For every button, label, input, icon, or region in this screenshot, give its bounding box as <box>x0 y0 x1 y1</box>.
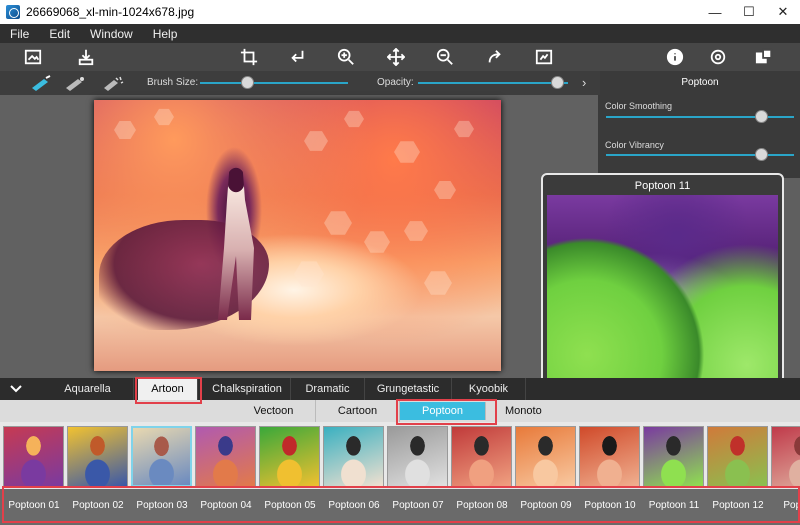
color-smoothing-slider[interactable] <box>606 110 794 123</box>
preset-label[interactable]: Poptoon 01 <box>2 500 66 511</box>
reset-brush-icon[interactable] <box>102 75 124 91</box>
preset-thumbnail[interactable] <box>131 426 192 487</box>
image-canvas[interactable] <box>0 95 598 378</box>
preset-thumbnail[interactable] <box>515 426 576 487</box>
menu-edit[interactable]: Edit <box>39 27 80 41</box>
preset-thumbnail[interactable] <box>259 426 320 487</box>
preset-label[interactable]: Poptoon 06 <box>322 500 386 511</box>
edited-photo <box>94 100 501 371</box>
pan-icon[interactable] <box>385 46 407 68</box>
color-vibrancy-label: Color Vibrancy <box>605 140 664 150</box>
preset-label[interactable]: Poptoon <box>770 500 800 511</box>
redo-icon[interactable] <box>484 46 506 68</box>
app-icon <box>6 5 20 19</box>
minimize-button[interactable]: — <box>698 0 732 24</box>
opacity-knob[interactable] <box>551 76 564 89</box>
preset-label[interactable]: Poptoon 03 <box>130 500 194 511</box>
preset-label[interactable]: Poptoon 05 <box>258 500 322 511</box>
preset-label[interactable]: Poptoon 04 <box>194 500 258 511</box>
window-title: 26669068_xl-min-1024x678.jpg <box>26 5 195 19</box>
tab-grungetastic[interactable]: Grungetastic <box>365 378 452 400</box>
tab-poptoon[interactable]: Poptoon <box>400 402 486 420</box>
settings-panel: Color Smoothing Color Vibrancy <box>598 95 800 178</box>
tab-monoto[interactable]: Monoto <box>498 400 542 422</box>
preset-thumbnail[interactable] <box>387 426 448 487</box>
random-dice-icon[interactable] <box>753 46 775 68</box>
preset-thumbnail[interactable] <box>67 426 128 487</box>
color-vibrancy-slider[interactable] <box>606 148 794 161</box>
opacity-label: Opacity: <box>377 77 414 88</box>
tab-chalkspiration[interactable]: Chalkspiration <box>204 378 291 400</box>
tab-artoon[interactable]: Artoon <box>138 378 198 400</box>
preset-label[interactable]: Poptoon 07 <box>386 500 450 511</box>
preset-label[interactable]: Poptoon 09 <box>514 500 578 511</box>
brush-size-label: Brush Size: <box>147 77 199 88</box>
tab-cartoon[interactable]: Cartoon <box>316 400 400 422</box>
panel-title: Poptoon <box>600 71 800 95</box>
subcategory-tabs: Vectoon Cartoon Poptoon Monoto <box>0 400 800 422</box>
info-icon[interactable] <box>664 46 686 68</box>
fit-to-screen-icon[interactable] <box>533 46 555 68</box>
close-button[interactable]: ✕ <box>766 0 800 24</box>
preset-label[interactable]: Poptoon 12 <box>706 500 770 511</box>
settings-icon[interactable] <box>707 46 729 68</box>
preset-thumbnail[interactable] <box>3 426 64 487</box>
tab-aquarella[interactable]: Aquarella <box>42 378 134 400</box>
preset-thumbnail[interactable] <box>323 426 384 487</box>
preset-thumbnail[interactable] <box>707 426 768 487</box>
preset-thumbnail[interactable] <box>643 426 704 487</box>
chevron-down-icon[interactable] <box>0 378 32 400</box>
tab-kyoobik[interactable]: Kyoobik <box>452 378 526 400</box>
menu-help[interactable]: Help <box>143 27 188 41</box>
preset-strip: Poptoon 01 Poptoon 02 Poptoon 03 Poptoon 04… <box>0 422 800 525</box>
opacity-slider[interactable] <box>418 76 568 89</box>
preset-label[interactable]: Poptoon 08 <box>450 500 514 511</box>
color-vibrancy-knob[interactable] <box>755 148 768 161</box>
erase-brush-icon[interactable] <box>64 75 86 91</box>
paint-brush-icon[interactable] <box>30 75 52 91</box>
crop-icon[interactable] <box>238 46 260 68</box>
color-smoothing-knob[interactable] <box>755 110 768 123</box>
tab-dramatic[interactable]: Dramatic <box>291 378 365 400</box>
preset-thumbnail[interactable] <box>771 426 800 487</box>
chevron-right-icon[interactable]: › <box>582 75 586 90</box>
category-tabs: Aquarella Artoon Chalkspiration Dramatic… <box>0 378 800 400</box>
zoom-in-icon[interactable] <box>335 46 357 68</box>
title-bar: 26669068_xl-min-1024x678.jpg — ☐ ✕ <box>0 0 800 24</box>
brush-size-slider[interactable] <box>200 76 348 89</box>
brush-bar: Brush Size: Opacity: › Poptoon <box>0 71 800 95</box>
color-smoothing-label: Color Smoothing <box>605 101 673 111</box>
preview-image <box>547 195 778 400</box>
save-icon[interactable] <box>75 46 97 68</box>
preset-thumbnail[interactable] <box>195 426 256 487</box>
preset-thumbnail[interactable] <box>579 426 640 487</box>
menu-bar: File Edit Window Help <box>0 24 800 43</box>
menu-window[interactable]: Window <box>80 27 143 41</box>
open-image-icon[interactable] <box>22 46 44 68</box>
preset-label-bar: Poptoon 01 Poptoon 02 Poptoon 03 Poptoon 04… <box>0 489 800 525</box>
brush-size-knob[interactable] <box>241 76 254 89</box>
preset-thumbnail[interactable] <box>451 426 512 487</box>
preset-label[interactable]: Poptoon 10 <box>578 500 642 511</box>
menu-file[interactable]: File <box>0 27 39 41</box>
preset-label[interactable]: Poptoon 02 <box>66 500 130 511</box>
preview-title: Poptoon 11 <box>634 180 691 192</box>
toolbar <box>0 43 800 71</box>
undo-icon[interactable] <box>287 46 309 68</box>
maximize-button[interactable]: ☐ <box>732 0 766 24</box>
preset-label[interactable]: Poptoon 11 <box>642 500 706 511</box>
zoom-out-icon[interactable] <box>434 46 456 68</box>
tab-vectoon[interactable]: Vectoon <box>232 400 316 422</box>
